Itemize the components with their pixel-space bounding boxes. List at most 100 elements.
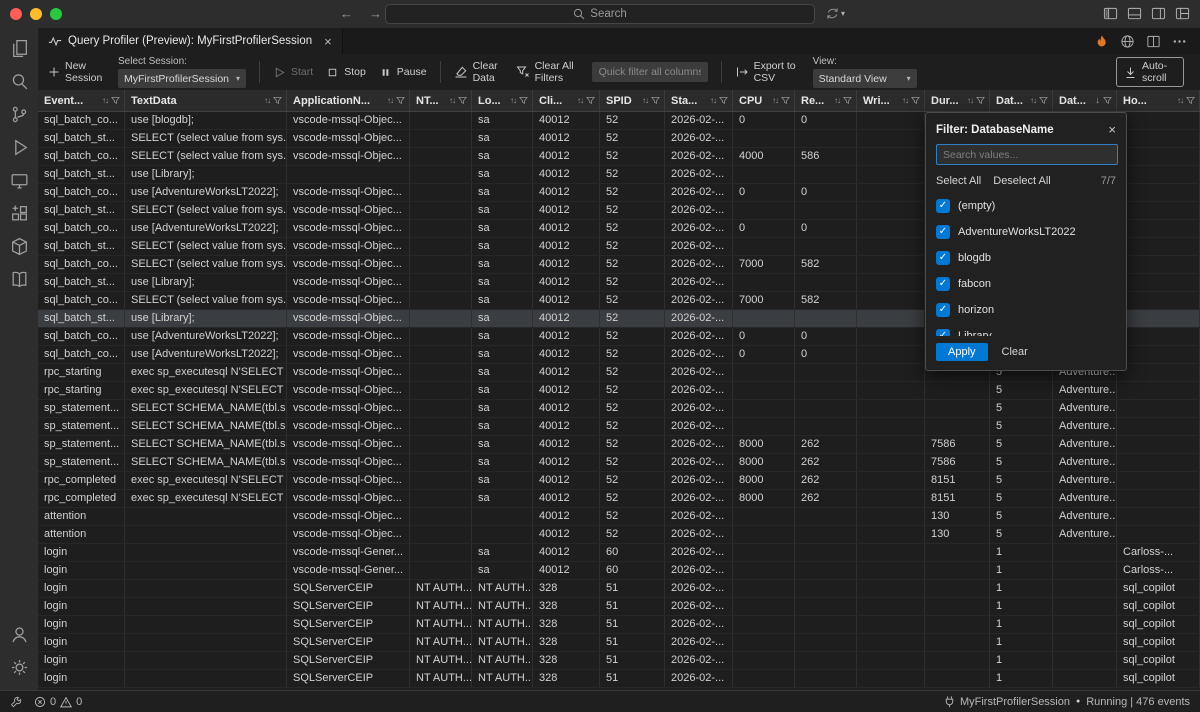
column-header-duration[interactable]: Dur...↑↓ [925,90,990,111]
column-header-writes[interactable]: Wri...↑↓ [857,90,925,111]
filter-icon[interactable] [519,96,528,105]
autoscroll-button[interactable]: Auto-scroll [1116,57,1184,87]
checkbox-icon[interactable]: ✓ [936,199,950,213]
activity-search[interactable] [0,65,38,98]
sort-icon[interactable]: ↑↓ [387,96,393,105]
more-actions-icon[interactable] [1172,34,1187,49]
filter-icon[interactable] [976,96,985,105]
table-row[interactable]: sp_statement...SELECT SCHEMA_NAME(tbl.sc… [38,454,1200,472]
flame-icon[interactable] [1094,34,1109,49]
column-header-databaseid[interactable]: Dat...↑↓ [990,90,1053,111]
clear-all-filters-button[interactable]: Clear All Filters [516,60,579,84]
close-icon[interactable]: × [1108,122,1116,137]
activity-settings[interactable] [0,651,38,684]
column-header-cpu[interactable]: CPU↑↓ [733,90,795,111]
table-row[interactable]: rpc_completedexec sp_executesql N'SELECT… [38,490,1200,508]
sort-icon[interactable]: ↑↓ [264,96,270,105]
toggle-panel-icon[interactable] [1127,6,1142,21]
tools-indicator[interactable] [10,696,22,708]
quick-filter-input[interactable] [592,62,708,82]
deselect-all-button[interactable]: Deselect All [993,175,1050,187]
apply-button[interactable]: Apply [936,343,988,361]
table-row[interactable]: loginSQLServerCEIPNT AUTH...NT AUTH...32… [38,670,1200,688]
column-header-ntusername[interactable]: NT...↑↓ [410,90,472,111]
toggle-secondary-sidebar-icon[interactable] [1151,6,1166,21]
select-all-button[interactable]: Select All [936,175,981,187]
activity-explorer[interactable] [0,32,38,65]
sync-control[interactable]: ▾ [826,7,845,20]
sort-icon[interactable]: ↑↓ [449,96,455,105]
close-tab-icon[interactable]: × [324,34,332,49]
column-header-eventclass[interactable]: Event...↑↓ [38,90,125,111]
filter-icon[interactable] [273,96,282,105]
table-row[interactable]: loginSQLServerCEIPNT AUTH...NT AUTH...32… [38,652,1200,670]
activity-database-projects[interactable] [0,230,38,263]
filter-icon[interactable] [781,96,790,105]
clear-data-button[interactable]: Clear Data [454,60,503,84]
sort-icon[interactable]: ↑↓ [710,96,716,105]
column-header-clientprocessid[interactable]: Cli...↑↓ [533,90,600,111]
filter-option-library[interactable]: ✓Library [936,323,1126,336]
close-window-button[interactable] [10,8,22,20]
column-header-textdata[interactable]: TextData↑↓ [125,90,287,111]
problems-indicator[interactable]: 0 0 [34,696,82,708]
column-header-reads[interactable]: Re...↑↓ [795,90,857,111]
column-header-databasename[interactable]: Dat...↓ [1053,90,1117,111]
filter-icon[interactable] [651,96,660,105]
activity-source-control[interactable] [0,98,38,131]
sort-icon[interactable]: ↑↓ [510,96,516,105]
filter-icon[interactable] [1103,96,1112,105]
activity-extensions[interactable] [0,197,38,230]
table-row[interactable]: rpc_completedexec sp_executesql N'SELECT… [38,472,1200,490]
table-row[interactable]: attentionvscode-mssql-Objec...4001252202… [38,508,1200,526]
checkbox-icon[interactable]: ✓ [936,277,950,291]
split-editor-icon[interactable] [1146,34,1161,49]
activity-notebooks[interactable] [0,263,38,296]
table-row[interactable]: sp_statement...SELECT SCHEMA_NAME(tbl.sc… [38,418,1200,436]
column-header-starttime[interactable]: Sta...↑↓ [665,90,733,111]
activity-run-debug[interactable] [0,131,38,164]
checkbox-icon[interactable]: ✓ [936,251,950,265]
filter-search-input[interactable] [936,144,1118,165]
table-row[interactable]: rpc_startingexec sp_executesql N'SELECT … [38,382,1200,400]
filter-option-horizon[interactable]: ✓horizon [936,297,1126,323]
clear-button[interactable]: Clear [992,343,1038,361]
checkbox-icon[interactable]: ✓ [936,329,950,336]
filter-icon[interactable] [843,96,852,105]
toggle-primary-sidebar-icon[interactable] [1103,6,1118,21]
sort-icon[interactable]: ↑↓ [577,96,583,105]
filter-option-adventureworkslt2022[interactable]: ✓AdventureWorksLT2022 [936,219,1126,245]
stop-button[interactable]: Stop [326,66,366,79]
new-session-button[interactable]: New Session [48,60,105,84]
filter-icon[interactable] [1186,96,1195,105]
session-select[interactable]: MyFirstProfilerSession ▾ [118,69,246,88]
globe-icon[interactable] [1120,34,1135,49]
minimize-window-button[interactable] [30,8,42,20]
back-button[interactable]: ← [340,5,353,22]
checkbox-icon[interactable]: ✓ [936,303,950,317]
tab-query-profiler[interactable]: Query Profiler (Preview): MyFirstProfile… [38,28,343,54]
table-row[interactable]: loginSQLServerCEIPNT AUTH...NT AUTH...32… [38,616,1200,634]
export-csv-button[interactable]: Export to CSV [735,60,800,84]
sort-icon[interactable]: ↓ [1095,95,1100,106]
column-header-spid[interactable]: SPID↑↓ [600,90,665,111]
filter-icon[interactable] [458,96,467,105]
checkbox-icon[interactable]: ✓ [936,225,950,239]
filter-icon[interactable] [586,96,595,105]
activity-account[interactable] [0,618,38,651]
table-row[interactable]: loginSQLServerCEIPNT AUTH...NT AUTH...32… [38,634,1200,652]
table-row[interactable]: loginSQLServerCEIPNT AUTH...NT AUTH...32… [38,580,1200,598]
table-row[interactable]: sp_statement...SELECT SCHEMA_NAME(tbl.sc… [38,436,1200,454]
column-header-loginname[interactable]: Lo...↑↓ [472,90,533,111]
table-row[interactable]: loginSQLServerCEIPNT AUTH...NT AUTH...32… [38,598,1200,616]
filter-option-fabcon[interactable]: ✓fabcon [936,271,1126,297]
filter-option-empty[interactable]: ✓(empty) [936,193,1126,219]
start-button[interactable]: Start [273,66,313,79]
sort-icon[interactable]: ↑↓ [834,96,840,105]
sort-icon[interactable]: ↑↓ [902,96,908,105]
table-row[interactable]: loginvscode-mssql-Gener...sa40012602026-… [38,544,1200,562]
sort-icon[interactable]: ↑↓ [967,96,973,105]
table-row[interactable]: attentionvscode-mssql-Objec...4001252202… [38,526,1200,544]
command-center-search[interactable]: Search [385,4,815,24]
sort-icon[interactable]: ↑↓ [772,96,778,105]
